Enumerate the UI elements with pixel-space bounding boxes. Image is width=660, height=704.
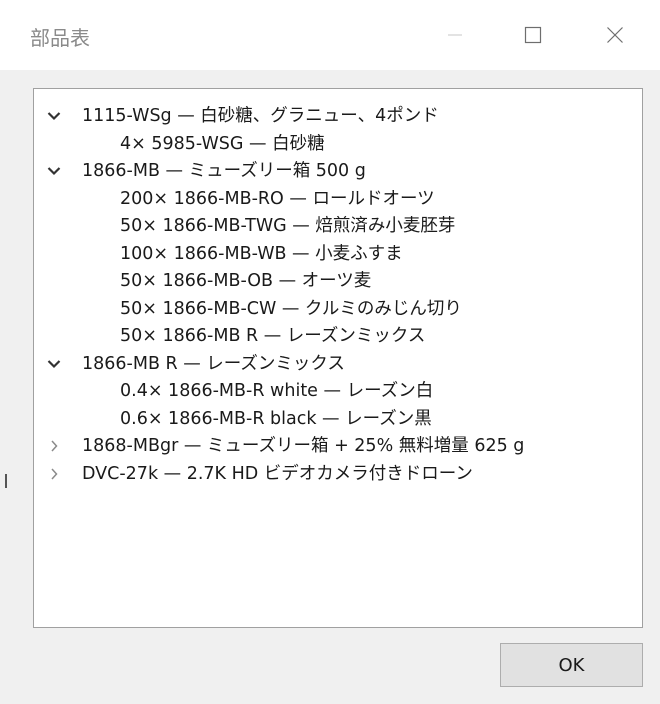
tree-item-label: 100× 1866-MB-WB — 小麦ふすま — [120, 243, 403, 264]
tree-child-item[interactable]: 50× 1866-MB-CW — クルミのみじん切り — [34, 296, 642, 322]
bom-dialog: 部品表 1115-WSg — 白砂糖、グラニュー、4ポンド 4× 5985-WSG… — [0, 0, 660, 704]
tree-child-item[interactable]: 100× 1866-MB-WB — 小麦ふすま — [34, 241, 642, 267]
tree-child-item[interactable]: 50× 1866-MB-TWG — 焙煎済み小麦胚芽 — [34, 213, 642, 239]
minimize-button[interactable] — [422, 0, 488, 70]
minimize-icon — [448, 34, 462, 36]
bom-tree-view[interactable]: 1115-WSg — 白砂糖、グラニュー、4ポンド 4× 5985-WSG — 白… — [33, 88, 643, 628]
window-title: 部品表 — [30, 26, 90, 50]
tree-child-item[interactable]: 0.6× 1866-MB-R black — レーズン黒 — [34, 406, 642, 432]
close-icon — [607, 27, 623, 43]
tree-item-label: 50× 1866-MB-OB — オーツ麦 — [120, 271, 372, 291]
window-edge-marker — [5, 474, 7, 488]
tree-item-label: 1866-MB — ミューズリー箱 500 g — [82, 161, 366, 181]
tree-item-label: 1115-WSg — 白砂糖、グラニュー、4ポンド — [82, 106, 439, 126]
tree-item-label: 1868-MBgr — ミューズリー箱 + 25% 無料増量 625 g — [82, 436, 525, 456]
maximize-button[interactable] — [500, 0, 566, 70]
tree-item-label: 4× 5985-WSG — 白砂糖 — [120, 133, 325, 154]
title-bar[interactable]: 部品表 — [0, 0, 660, 70]
tree-item-label: 50× 1866-MB R — レーズンミックス — [120, 326, 426, 346]
tree-child-item[interactable]: 4× 5985-WSG — 白砂糖 — [34, 131, 642, 157]
tree-item-label: 1866-MB R — レーズンミックス — [82, 353, 345, 374]
tree-node[interactable]: 1866-MB — ミューズリー箱 500 g — [34, 158, 642, 184]
tree-node[interactable]: 1115-WSg — 白砂糖、グラニュー、4ポンド — [34, 103, 642, 129]
tree-node[interactable]: 1868-MBgr — ミューズリー箱 + 25% 無料増量 625 g — [34, 433, 642, 459]
tree-child-item[interactable]: 50× 1866-MB-OB — オーツ麦 — [34, 268, 642, 294]
tree-item-label: DVC-27k — 2.7K HD ビデオカメラ付きドローン — [82, 463, 473, 484]
tree-child-item[interactable]: 200× 1866-MB-RO — ロールドオーツ — [34, 186, 642, 212]
tree-item-label: 0.6× 1866-MB-R black — レーズン黒 — [120, 408, 432, 429]
maximize-icon — [524, 26, 542, 44]
tree-item-label: 50× 1866-MB-CW — クルミのみじん切り — [120, 298, 462, 319]
tree-item-label: 0.4× 1866-MB-R white — レーズン白 — [120, 381, 434, 401]
chevron-right-icon[interactable] — [46, 433, 62, 459]
close-button[interactable] — [582, 0, 648, 70]
chevron-down-icon[interactable] — [46, 158, 62, 184]
tree-child-item[interactable]: 0.4× 1866-MB-R white — レーズン白 — [34, 378, 642, 404]
chevron-down-icon[interactable] — [46, 103, 62, 129]
tree-item-label: 200× 1866-MB-RO — ロールドオーツ — [120, 188, 435, 209]
tree-node[interactable]: DVC-27k — 2.7K HD ビデオカメラ付きドローン — [34, 461, 642, 487]
chevron-right-icon[interactable] — [46, 461, 62, 487]
tree-child-item[interactable]: 50× 1866-MB R — レーズンミックス — [34, 323, 642, 349]
tree-node[interactable]: 1866-MB R — レーズンミックス — [34, 351, 642, 377]
chevron-down-icon[interactable] — [46, 351, 62, 377]
ok-button[interactable]: OK — [500, 643, 643, 687]
tree-item-label: 50× 1866-MB-TWG — 焙煎済み小麦胚芽 — [120, 216, 456, 236]
